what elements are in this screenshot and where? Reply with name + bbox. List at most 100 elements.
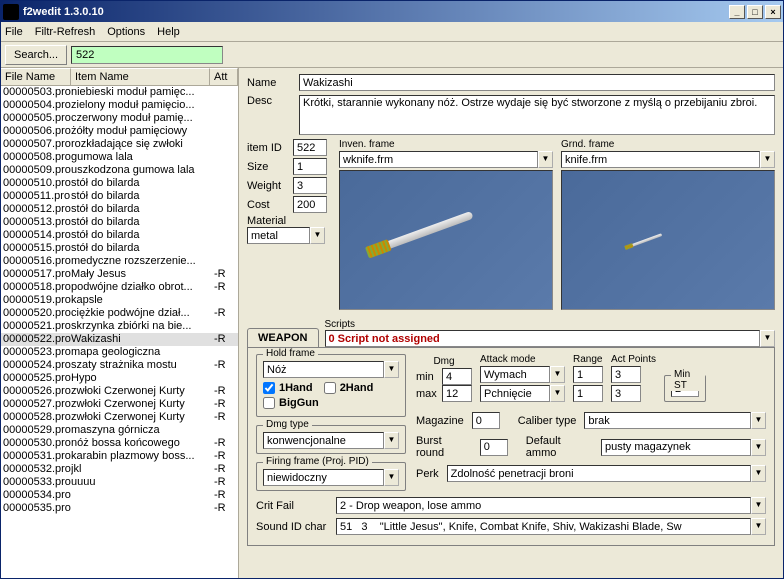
table-row[interactable]: 00000504.prozielony moduł pamięcio...	[1, 99, 238, 112]
firingframe-select[interactable]	[263, 469, 384, 486]
table-row[interactable]: 00000519.prokapsle	[1, 294, 238, 307]
firingframe-group: Firing frame (Proj. PID) ▼	[256, 462, 406, 491]
dmg-min-input[interactable]	[442, 368, 472, 385]
range2-input[interactable]	[573, 385, 603, 402]
menu-filtr[interactable]: Filtr-Refresh	[35, 26, 96, 38]
weapon-panel: Hold frame ▼ 1Hand 2Hand BigGun Dmg type…	[247, 347, 775, 546]
table-row[interactable]: 00000534.pro-R	[1, 489, 238, 502]
table-row[interactable]: 00000528.prozwłoki Czerwonej Kurty-R	[1, 411, 238, 424]
label-grnd-frame: Grnd. frame	[561, 139, 775, 150]
burst-input[interactable]	[480, 439, 508, 456]
close-button[interactable]: ×	[765, 5, 781, 19]
table-row[interactable]: 00000506.prożółty moduł pamięciowy	[1, 125, 238, 138]
menu-options[interactable]: Options	[107, 26, 145, 38]
search-button[interactable]: Search...	[5, 45, 67, 65]
name-input[interactable]	[299, 74, 775, 91]
table-row[interactable]: 00000515.prostół do bilarda	[1, 242, 238, 255]
table-row[interactable]: 00000532.projkl-R	[1, 463, 238, 476]
grnd-frame-select[interactable]	[561, 151, 760, 168]
chevron-down-icon[interactable]: ▼	[550, 366, 565, 383]
table-row[interactable]: 00000507.prorozkładające się zwłoki	[1, 138, 238, 151]
table-row[interactable]: 00000527.prozwłoki Czerwonej Kurty-R	[1, 398, 238, 411]
holdframe-select[interactable]	[263, 361, 384, 378]
tab-weapon[interactable]: WEAPON	[247, 328, 319, 347]
chevron-down-icon[interactable]: ▼	[310, 227, 325, 244]
dmg-max-input[interactable]	[442, 385, 472, 402]
table-row[interactable]: 00000535.pro-R	[1, 502, 238, 515]
chevron-down-icon[interactable]: ▼	[550, 385, 565, 402]
attack2-select[interactable]	[480, 385, 550, 402]
defammo-select[interactable]	[601, 439, 751, 456]
col-filename[interactable]: File Name	[1, 68, 71, 85]
table-row[interactable]: 00000511.prostół do bilarda	[1, 190, 238, 203]
app-icon	[3, 4, 19, 20]
chevron-down-icon[interactable]: ▼	[538, 151, 553, 168]
weight-input[interactable]	[293, 177, 327, 194]
table-row[interactable]: 00000503.proniebieski moduł pamięc...	[1, 86, 238, 99]
table-row[interactable]: 00000531.prokarabin plazmowy boss...-R	[1, 450, 238, 463]
chevron-down-icon[interactable]: ▼	[751, 497, 766, 514]
soundid-select[interactable]	[336, 518, 751, 535]
minimize-button[interactable]: _	[729, 5, 745, 19]
chevron-down-icon[interactable]: ▼	[751, 465, 766, 482]
caliber-select[interactable]	[584, 412, 751, 429]
biggun-check[interactable]: BigGun	[263, 397, 319, 409]
twohand-check[interactable]: 2Hand	[324, 382, 374, 394]
table-row[interactable]: 00000516.promedyczne rozszerzenie...	[1, 255, 238, 268]
ap2-input[interactable]	[611, 385, 641, 402]
table-row[interactable]: 00000524.proszaty strażnika mostu-R	[1, 359, 238, 372]
material-select[interactable]	[247, 227, 310, 244]
table-row[interactable]: 00000523.promapa geologiczna	[1, 346, 238, 359]
table-row[interactable]: 00000522.proWakizashi-R	[1, 333, 238, 346]
label-size: Size	[247, 161, 293, 173]
table-row[interactable]: 00000517.proMały Jesus-R	[1, 268, 238, 281]
table-row[interactable]: 00000513.prostół do bilarda	[1, 216, 238, 229]
dmgtype-select[interactable]	[263, 432, 384, 449]
menu-help[interactable]: Help	[157, 26, 180, 38]
table-row[interactable]: 00000505.proczerwony moduł pamię...	[1, 112, 238, 125]
scripts-select[interactable]	[325, 330, 761, 347]
search-input[interactable]	[71, 46, 223, 64]
menu-file[interactable]: File	[5, 26, 23, 38]
detail-pane: Name Desc item ID Size Weight Cost Mater…	[239, 68, 783, 578]
table-row[interactable]: 00000530.pronóż bossa końcowego-R	[1, 437, 238, 450]
table-row[interactable]: 00000520.prociężkie podwójne dział...-R	[1, 307, 238, 320]
chevron-down-icon[interactable]: ▼	[760, 330, 775, 347]
chevron-down-icon[interactable]: ▼	[384, 469, 399, 486]
range1-input[interactable]	[573, 366, 603, 383]
table-row[interactable]: 00000529.promaszyna górnicza	[1, 424, 238, 437]
table-row[interactable]: 00000508.progumowa lala	[1, 151, 238, 164]
perk-select[interactable]	[447, 465, 751, 482]
chevron-down-icon[interactable]: ▼	[751, 518, 766, 535]
list-body[interactable]: 00000503.proniebieski moduł pamięc...000…	[1, 86, 238, 578]
attack1-select[interactable]	[480, 366, 550, 383]
size-input[interactable]	[293, 158, 327, 175]
onehand-check[interactable]: 1Hand	[263, 382, 313, 394]
chevron-down-icon[interactable]: ▼	[384, 432, 399, 449]
chevron-down-icon[interactable]: ▼	[751, 439, 766, 456]
magazine-input[interactable]	[472, 412, 500, 429]
inven-frame-preview	[339, 170, 553, 310]
table-row[interactable]: 00000509.prouszkodzona gumowa lala	[1, 164, 238, 177]
col-att[interactable]: Att	[210, 68, 238, 85]
table-row[interactable]: 00000526.prozwłoki Czerwonej Kurty-R	[1, 385, 238, 398]
cost-input[interactable]	[293, 196, 327, 213]
chevron-down-icon[interactable]: ▼	[751, 412, 766, 429]
table-row[interactable]: 00000514.prostół do bilarda	[1, 229, 238, 242]
table-row[interactable]: 00000518.propodwójne działko obrot...-R	[1, 281, 238, 294]
table-row[interactable]: 00000510.prostół do bilarda	[1, 177, 238, 190]
table-row[interactable]: 00000533.prouuuu-R	[1, 476, 238, 489]
table-row[interactable]: 00000512.prostół do bilarda	[1, 203, 238, 216]
col-itemname[interactable]: Item Name	[71, 68, 210, 85]
item-list-pane: File Name Item Name Att 00000503.pronieb…	[1, 68, 239, 578]
ap1-input[interactable]	[611, 366, 641, 383]
chevron-down-icon[interactable]: ▼	[384, 361, 399, 378]
itemid-input[interactable]	[293, 139, 327, 156]
maximize-button[interactable]: □	[747, 5, 763, 19]
chevron-down-icon[interactable]: ▼	[760, 151, 775, 168]
critfail-select[interactable]	[336, 497, 751, 514]
desc-input[interactable]	[299, 95, 775, 135]
table-row[interactable]: 00000521.proskrzynka zbiórki na bie...	[1, 320, 238, 333]
inven-frame-select[interactable]	[339, 151, 538, 168]
table-row[interactable]: 00000525.proHypo	[1, 372, 238, 385]
